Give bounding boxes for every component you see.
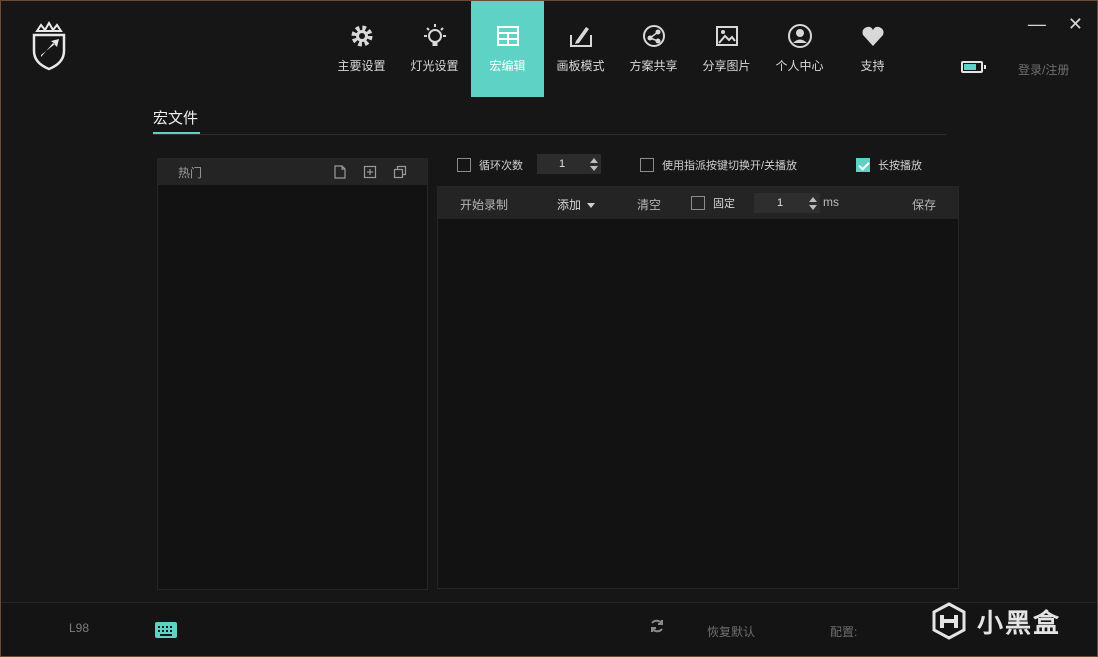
loop-count-stepper[interactable]: 1: [537, 154, 601, 174]
nav-support[interactable]: 支持: [836, 1, 909, 97]
start-record-button[interactable]: 开始录制: [460, 196, 508, 213]
window-controls: — ✕: [1028, 15, 1083, 33]
toggle-play-option: 使用指派按键切换开/关播放: [640, 157, 797, 173]
add-dropdown[interactable]: 添加: [557, 196, 596, 213]
decrement-icon[interactable]: [590, 165, 598, 171]
nav-main-settings[interactable]: 主要设置: [325, 1, 398, 97]
hold-play-checkbox[interactable]: [856, 158, 870, 172]
hold-play-label: 长按播放: [878, 160, 922, 172]
nav-personal-center[interactable]: 个人中心: [763, 1, 836, 97]
macro-list-title: 热门: [178, 165, 203, 180]
fixed-option: 固定: [691, 195, 735, 211]
fixed-label: 固定: [713, 198, 735, 210]
nav-label: 方案共享: [629, 59, 678, 73]
toggle-play-checkbox[interactable]: [640, 158, 654, 172]
macro-list-panel: 热门: [157, 158, 428, 590]
delay-unit: ms: [823, 195, 839, 209]
divider: [153, 134, 946, 135]
stepper-arrows[interactable]: [806, 196, 820, 210]
copy-icon[interactable]: [393, 165, 407, 179]
macro-toolbar: 开始录制 添加 清空 固定 1 ms 保存: [438, 187, 958, 219]
watermark: 小黑盒: [929, 601, 1061, 641]
chevron-down-icon: [587, 203, 596, 209]
device-model: L98: [69, 621, 90, 635]
watermark-text: 小黑盒: [977, 607, 1062, 638]
new-file-icon[interactable]: [333, 165, 347, 179]
nav-scheme-share[interactable]: 方案共享: [617, 1, 690, 97]
refresh-icon[interactable]: [649, 618, 665, 634]
increment-icon[interactable]: [809, 196, 817, 202]
nav-share-image[interactable]: 分享图片: [690, 1, 763, 97]
nav-label: 分享图片: [702, 59, 751, 73]
delay-value: 1: [776, 197, 784, 209]
gear-icon: [349, 23, 375, 49]
increment-icon[interactable]: [590, 157, 598, 163]
top-nav: 主要设置 灯光设置 宏编辑 画板模式 方案共享 分享图片 个人中心 支持: [325, 1, 909, 97]
macro-list-actions: [333, 165, 407, 179]
loop-count-checkbox[interactable]: [457, 158, 471, 172]
stepper-arrows[interactable]: [587, 157, 601, 171]
hold-play-option: 长按播放: [856, 157, 922, 173]
tab-macro-files[interactable]: 宏文件: [153, 107, 198, 128]
clear-button[interactable]: 清空: [637, 196, 661, 213]
drawing-board-icon: [568, 23, 594, 49]
nav-label: 个人中心: [775, 59, 824, 73]
macro-editor-panel: 开始录制 添加 清空 固定 1 ms 保存: [437, 186, 959, 589]
nav-label: 灯光设置: [410, 59, 459, 73]
nav-label: 画板模式: [556, 59, 605, 73]
loop-count-option: 循环次数: [457, 157, 523, 173]
xiaoheihe-logo-icon: [932, 602, 966, 640]
add-label: 添加: [557, 198, 582, 212]
keyboard-icon[interactable]: [155, 622, 177, 638]
battery-icon: [961, 61, 986, 73]
decrement-icon[interactable]: [809, 204, 817, 210]
nav-light-settings[interactable]: 灯光设置: [398, 1, 471, 97]
macro-list-header: 热门: [158, 159, 427, 185]
nav-drawing-mode[interactable]: 画板模式: [544, 1, 617, 97]
share-scheme-icon: [641, 23, 667, 49]
save-button[interactable]: 保存: [912, 196, 936, 213]
toggle-play-label: 使用指派按键切换开/关播放: [662, 160, 798, 172]
loop-count-value: 1: [558, 158, 566, 170]
lightbulb-icon: [422, 23, 448, 49]
nav-label: 支持: [860, 59, 885, 73]
delay-stepper[interactable]: 1: [754, 193, 820, 213]
nav-macro-edit[interactable]: 宏编辑: [471, 1, 544, 97]
login-register-link[interactable]: 登录/注册: [1018, 61, 1069, 78]
app-window: 主要设置 灯光设置 宏编辑 画板模式 方案共享 分享图片 个人中心 支持 — ✕…: [1, 1, 1097, 656]
user-icon: [787, 23, 813, 49]
new-folder-icon[interactable]: [363, 165, 377, 179]
nav-label: 宏编辑: [489, 59, 526, 73]
brand-logo: [29, 20, 69, 71]
heart-icon: [860, 23, 886, 49]
minimize-button[interactable]: —: [1028, 15, 1046, 33]
config-label: 配置:: [830, 625, 858, 639]
restore-default-button[interactable]: 恢复默认: [707, 623, 755, 640]
loop-count-label: 循环次数: [479, 160, 523, 172]
nav-label: 主要设置: [337, 59, 386, 73]
grid-icon: [495, 23, 521, 49]
share-image-icon: [714, 23, 740, 49]
close-button[interactable]: ✕: [1068, 15, 1083, 33]
fixed-checkbox[interactable]: [691, 196, 705, 210]
